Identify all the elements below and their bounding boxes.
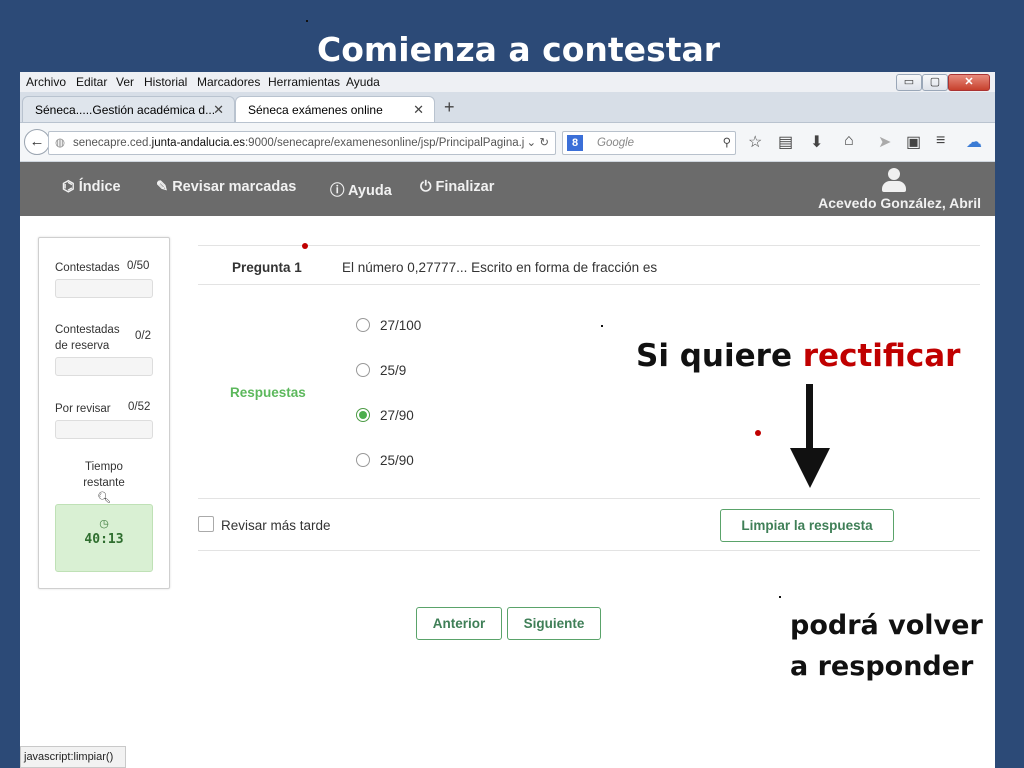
reading-list-icon[interactable]: ▤ [778,132,793,152]
sitemap-icon: ⌬ [62,179,75,195]
menu-herramientas[interactable]: Herramientas [268,75,340,89]
tab-label: Séneca.....Gestión académica d... [35,103,216,117]
answer-option-2[interactable]: 25/9 [356,362,406,380]
close-tab-icon[interactable]: ✕ [213,97,224,123]
clear-answer-button[interactable]: Limpiar la respuesta [720,509,894,542]
user-name: Acevedo González, Abril [818,195,981,211]
url-text: senecapre.ced.junta-andalucia.es:9000/se… [73,137,525,149]
divider [198,284,980,285]
tab-seneca-examenes[interactable]: Séneca exámenes online ✕ [235,96,435,122]
bookmark-star-icon[interactable]: ☆ [748,132,762,152]
previous-button[interactable]: Anterior [416,607,502,640]
divider [198,498,980,499]
cloud-icon[interactable]: ☁ [966,132,982,152]
time-remaining-label: Tiempo restante [83,461,125,489]
nav-help[interactable]: ⓘ Ayuda [330,179,392,200]
back-arrow-icon[interactable]: ← [24,129,50,155]
decorative-dot [306,20,308,22]
globe-icon: ◍ [55,137,66,149]
info-icon: ⓘ [330,183,345,199]
navigation-bar: ← ◍ senecapre.ced.junta-andalucia.es:900… [20,123,995,162]
answered-progress-bar [55,279,153,298]
menu-icon[interactable]: ≡ [936,132,945,150]
menu-ayuda[interactable]: Ayuda [346,75,380,89]
pencil-icon: ✎ [156,179,169,195]
decorative-dot [755,430,761,436]
answered-label: Contestadas [55,262,120,274]
search-bar[interactable]: 8 Google ⚲ [562,131,736,155]
search-icon[interactable]: ⚲ [723,132,731,154]
close-tab-icon[interactable]: ✕ [413,97,424,123]
menu-editar[interactable]: Editar [76,75,107,89]
divider [198,550,980,551]
answer-option-1[interactable]: 27/100 [356,317,421,335]
timer-value: 40:13 [84,532,124,547]
timer-box: ◷ 40:13 [55,504,153,572]
to-review-label: Por revisar [55,403,111,415]
user-icon[interactable] [882,168,906,192]
radio-button[interactable] [356,363,370,378]
tab-strip: Séneca.....Gestión académica d... ✕ Séne… [20,92,995,123]
send-icon[interactable]: ➤ [878,132,891,152]
question-text: El número 0,27777... Escrito en forma de… [342,260,658,275]
answers-label: Respuestas [230,385,306,400]
reload-icon[interactable]: ⌄ ↻ [527,132,549,154]
answered-value: 0/50 [127,260,150,272]
to-review-progress-bar [55,420,153,439]
reserve-progress-bar [55,357,153,376]
menu-bar: Archivo Editar Ver Historial Marcadores … [20,72,995,92]
answer-option-3[interactable]: 27/90 [356,407,414,425]
divider [198,245,980,246]
app-top-bar: ⌬ Índice ✎ Revisar marcadas ⓘ Ayuda ⏻ Fi… [20,162,995,216]
clock-icon: ◷ [99,518,109,530]
nav-index[interactable]: ⌬ Índice [62,179,121,195]
reserve-value: 0/2 [135,330,151,342]
minimize-icon[interactable]: ▭ [896,74,922,91]
review-later-label: Revisar más tarde [221,518,331,533]
download-icon[interactable]: ⬇ [810,132,823,152]
close-window-icon[interactable]: ✕ [948,74,990,91]
status-bar: javascript:limpiar() [20,746,126,768]
menu-archivo[interactable]: Archivo [26,75,66,89]
next-button[interactable]: Siguiente [507,607,601,640]
decorative-dot [302,243,308,249]
nav-review-marked[interactable]: ✎ Revisar marcadas [156,179,296,195]
question-label: Pregunta 1 [232,260,302,275]
slide-title: Comienza a contestar [317,30,721,69]
radio-button-selected[interactable] [356,408,370,423]
down-arrow-head-icon [790,448,830,488]
tab-label: Séneca exámenes online [248,103,383,117]
progress-panel: Contestadas 0/50 Contestadas de reserva 0… [38,237,170,589]
radio-button[interactable] [356,318,370,333]
answer-option-4[interactable]: 25/90 [356,452,414,470]
rectify-callout: Si quiere rectificar [636,338,961,374]
home-icon[interactable]: ⌂ [844,132,854,150]
menu-ver[interactable]: Ver [116,75,134,89]
nav-finish[interactable]: ⏻ Finalizar [420,179,494,195]
menu-marcadores[interactable]: Marcadores [197,75,260,89]
to-review-value: 0/52 [128,401,151,413]
review-later-checkbox[interactable] [198,516,214,532]
maximize-icon[interactable]: ▢ [922,74,948,91]
google-logo-icon: 8 [567,135,583,151]
url-bar[interactable]: ◍ senecapre.ced.junta-andalucia.es:9000/… [48,131,556,155]
menu-historial[interactable]: Historial [144,75,187,89]
search-placeholder: Google [597,137,635,149]
screenshot-icon[interactable]: ▣ [906,132,921,152]
reserve-label: Contestadas de reserva [55,324,120,352]
decorative-dot [601,325,603,327]
new-tab-icon[interactable]: + [444,97,455,118]
radio-button[interactable] [356,453,370,468]
power-icon: ⏻ [420,179,432,195]
tab-seneca-gestion[interactable]: Séneca.....Gestión académica d... ✕ [22,96,235,122]
decorative-dot [779,596,781,598]
answer-again-callout: podrá volver a responder [790,610,983,682]
